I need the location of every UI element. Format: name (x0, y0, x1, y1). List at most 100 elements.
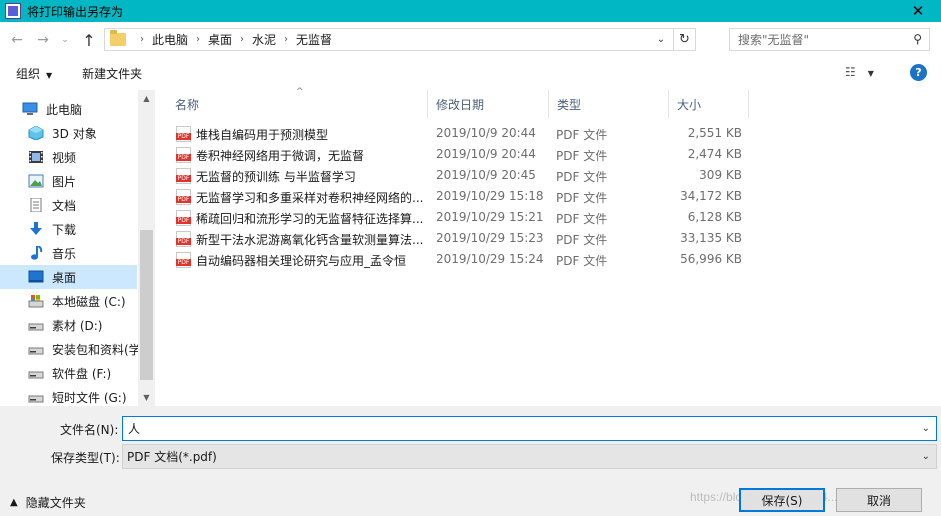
file-row[interactable]: 无监督学习和多重采样对卷积神经网络的... 2019/10/29 15:18 P… (158, 186, 941, 207)
filename-field[interactable]: 人 ⌄ (122, 416, 937, 441)
column-header-date[interactable]: 修改日期 (428, 90, 549, 118)
column-header-label: 类型 (557, 97, 582, 112)
sidebar-item-drive-e[interactable]: 安装包和资料(学 (0, 337, 141, 361)
file-type: PDF 文件 (556, 254, 608, 268)
back-button[interactable]: ← (6, 29, 28, 51)
search-input[interactable]: 搜索"无监督" ⚲ (729, 28, 930, 51)
file-size: 2,551 KB (687, 126, 742, 140)
sidebar-item-label: 3D 对象 (52, 126, 97, 141)
file-name: 无监督学习和多重采样对卷积神经网络的... (196, 191, 424, 205)
file-row[interactable]: 稀疏回归和流形学习的无监督特征选择算... 2019/10/29 15:21 P… (158, 207, 941, 228)
save-button[interactable]: 保存(S) (739, 488, 825, 512)
column-header-label: 名称 (175, 97, 200, 112)
sidebar-item-this-pc[interactable]: 此电脑 (0, 97, 137, 121)
file-date: 2019/10/9 20:45 (436, 168, 536, 182)
breadcrumb-separator[interactable]: › (196, 34, 200, 45)
breadcrumb-item[interactable]: 此电脑 (152, 31, 188, 48)
title-bar: 将打印输出另存为 ✕ (0, 0, 941, 22)
help-button[interactable]: ? (910, 64, 927, 81)
refresh-icon: ↻ (679, 32, 690, 47)
cancel-button[interactable]: 取消 (836, 488, 922, 512)
filetype-label: 保存类型(T): (51, 451, 120, 465)
sidebar-item-drive-f[interactable]: 软件盘 (F:) (0, 361, 137, 385)
window-title: 将打印输出另存为 (27, 4, 124, 19)
save-options-panel: 文件名(N): 人 ⌄ 保存类型(T): PDF 文档(*.pdf) ⌄ ▲ 隐… (0, 406, 941, 516)
sidebar-item-music[interactable]: 音乐 (0, 241, 137, 265)
hide-folders-toggle[interactable]: ▲ 隐藏文件夹 (10, 494, 86, 511)
sidebar-item-downloads[interactable]: 下载 (0, 217, 137, 241)
file-row[interactable]: 新型干法水泥游离氧化钙含量软测量算法... 2019/10/29 15:23 P… (158, 228, 941, 249)
music-icon (28, 245, 44, 260)
chevron-down-icon: ⌄ (921, 451, 930, 462)
file-row[interactable]: 自动编码器相关理论研究与应用_孟令恒 2019/10/29 15:24 PDF … (158, 249, 941, 270)
scroll-up-button[interactable]: ▲ (138, 90, 155, 107)
view-options-button[interactable]: ☷ ▼ (845, 65, 874, 79)
scroll-down-button[interactable]: ▼ (138, 389, 155, 406)
command-toolbar: 组织 ▼ 新建文件夹 ☷ ▼ ? (0, 58, 941, 88)
new-folder-button[interactable]: 新建文件夹 (82, 65, 142, 82)
close-icon: ✕ (911, 2, 925, 20)
cancel-button-label: 取消 (866, 493, 891, 508)
column-header-label: 修改日期 (436, 97, 485, 112)
breadcrumb-separator[interactable]: › (284, 34, 288, 45)
forward-button[interactable]: → (32, 29, 54, 51)
sidebar-item-drive-g[interactable]: 短时文件 (G:) (0, 385, 137, 406)
address-history-dropdown[interactable]: ⌄ (651, 29, 671, 50)
file-row[interactable]: 卷积神经网络用于微调，无监督 2019/10/9 20:44 PDF 文件 2,… (158, 144, 941, 165)
sidebar-item-drive-c[interactable]: 本地磁盘 (C:) (0, 289, 137, 313)
sidebar-scrollbar[interactable]: ▲ ▼ (138, 90, 155, 406)
3d-objects-icon (28, 125, 44, 141)
file-date: 2019/10/29 15:21 (436, 210, 544, 224)
file-type: PDF 文件 (556, 233, 608, 247)
breadcrumb-separator: › (140, 34, 144, 45)
pdf-file-icon (176, 189, 191, 205)
breadcrumb-item[interactable]: 桌面 (208, 31, 232, 48)
filename-value: 人 (128, 422, 141, 436)
file-size: 34,172 KB (680, 189, 742, 203)
desktop-icon (28, 270, 44, 284)
sidebar-item-desktop[interactable]: 桌面 (0, 265, 137, 289)
refresh-button[interactable]: ↻ (673, 29, 695, 50)
search-icon: ⚲ (913, 32, 922, 46)
chevron-down-icon[interactable]: ⌄ (922, 423, 930, 434)
breadcrumb-item[interactable]: 水泥 (252, 31, 276, 48)
file-name: 自动编码器相关理论研究与应用_孟令恒 (196, 254, 407, 268)
column-header-size[interactable]: 大小 (669, 90, 749, 118)
address-bar[interactable]: › 此电脑 › 桌面 › 水泥 › 无监督 ⌄ ↻ (104, 28, 696, 51)
sidebar-item-label: 文档 (52, 198, 77, 213)
drive-icon (28, 366, 44, 380)
file-type: PDF 文件 (556, 212, 608, 226)
file-row[interactable]: 无监督的预训练 与半监督学习 2019/10/9 20:45 PDF 文件 30… (158, 165, 941, 186)
breadcrumb-item[interactable]: 无监督 (296, 31, 332, 48)
triangle-down-icon: ▼ (143, 393, 150, 402)
scrollbar-thumb[interactable] (140, 230, 153, 380)
close-button[interactable]: ✕ (895, 0, 941, 22)
organize-menu-button[interactable]: 组织 ▼ (16, 65, 52, 82)
file-date: 2019/10/29 15:18 (436, 189, 544, 203)
sidebar-item-drive-d[interactable]: 素材 (D:) (0, 313, 137, 337)
sidebar-item-pictures[interactable]: 图片 (0, 169, 137, 193)
arrow-right-icon: → (37, 32, 49, 48)
pdf-file-icon (176, 231, 191, 247)
up-button[interactable]: ↑ (78, 29, 100, 51)
sidebar-item-label: 桌面 (52, 270, 77, 285)
sidebar-item-label: 软件盘 (F:) (52, 366, 112, 381)
file-size: 6,128 KB (687, 210, 742, 224)
caret-up-icon: ▲ (10, 497, 18, 508)
sidebar-item-3d-objects[interactable]: 3D 对象 (0, 121, 137, 145)
file-type: PDF 文件 (556, 170, 608, 184)
breadcrumb-separator[interactable]: › (240, 34, 244, 45)
column-header-name[interactable]: ^ 名称 (158, 87, 428, 118)
sidebar-item-label: 下载 (52, 222, 77, 237)
column-header-type[interactable]: 类型 (549, 90, 669, 118)
file-row[interactable]: 堆栈自编码用于预测模型 2019/10/9 20:44 PDF 文件 2,551… (158, 123, 941, 144)
pdf-file-icon (176, 126, 191, 142)
sidebar-item-documents[interactable]: 文档 (0, 193, 137, 217)
pdf-file-icon (176, 168, 191, 184)
file-type: PDF 文件 (556, 191, 608, 205)
recent-locations-button[interactable]: ⌄ (54, 29, 76, 51)
navigation-bar: ← → ⌄ ↑ › 此电脑 › 桌面 › 水泥 › 无监督 ⌄ ↻ 搜索"无监督… (0, 22, 941, 58)
filetype-select[interactable]: PDF 文档(*.pdf) ⌄ (122, 444, 937, 469)
sort-ascending-icon: ^ (296, 87, 304, 97)
sidebar-item-videos[interactable]: 视频 (0, 145, 137, 169)
